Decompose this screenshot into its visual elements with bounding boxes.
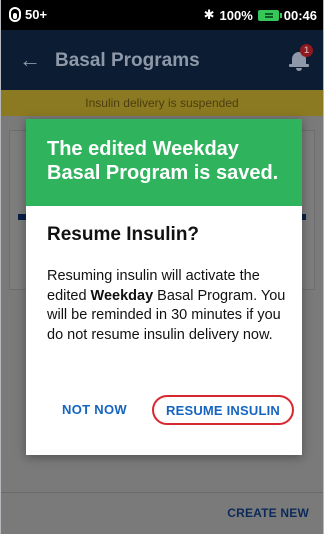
clock-time: 00:46 (283, 7, 317, 23)
bell-clapper (296, 68, 302, 71)
saved-confirmation-banner: The edited Weekday Basal Program is save… (26, 119, 302, 206)
app-header: ← Basal Programs 1 (1, 30, 323, 90)
suspended-banner: Insulin delivery is suspended (1, 90, 323, 116)
bell-base (289, 64, 309, 67)
battery-icon (257, 9, 282, 21)
pod-level: 50+ (25, 7, 48, 22)
create-new-button[interactable]: CREATE NEW (227, 506, 309, 520)
phone-screen: 50+ ✱ 100% 00:46 ← Basal Programs 1 Insu… (0, 0, 324, 534)
status-bar: 50+ ✱ 100% 00:46 (1, 0, 323, 30)
dialog-title: Resume Insulin? (47, 224, 200, 245)
resume-insulin-button[interactable]: RESUME INSULIN (152, 395, 294, 425)
footer-divider (1, 492, 323, 493)
page-title: Basal Programs (55, 50, 200, 71)
dialog-message: Resuming insulin will activate the edite… (47, 267, 295, 345)
status-right: ✱ 100% 00:46 (204, 7, 317, 23)
bluetooth-icon: ✱ (203, 7, 215, 22)
bell-icon[interactable]: 1 (289, 44, 313, 72)
notification-badge: 1 (300, 44, 313, 57)
status-left: 50+ (9, 7, 47, 22)
resume-insulin-dialog: The edited Weekday Basal Program is save… (26, 119, 302, 455)
dialog-message-program: Weekday (90, 287, 154, 304)
back-arrow-icon[interactable]: ← (19, 47, 41, 73)
pod-icon (9, 7, 21, 22)
battery-percent: 100% (219, 7, 253, 23)
not-now-button[interactable]: NOT NOW (62, 402, 127, 417)
